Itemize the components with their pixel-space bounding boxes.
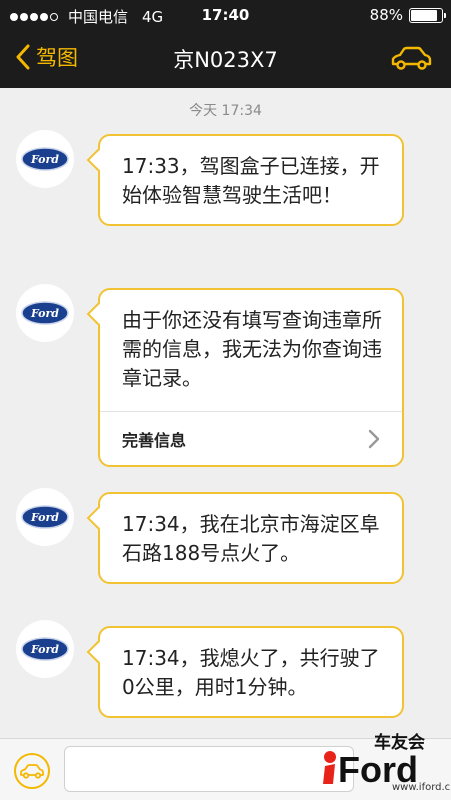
ford-logo-icon: Ford [21, 637, 69, 661]
ford-logo-text: Ford [30, 511, 59, 524]
chat-timestamp: 今天 17:34 [189, 103, 262, 119]
watermark-url: www.iford.cn [392, 782, 451, 793]
car-button[interactable] [389, 46, 433, 76]
watermark: 车友会 Ford www.iford.cn [322, 726, 451, 798]
message-bubble: 17:34，我熄火了，共行驶了0公里，用时1分钟。 [86, 626, 404, 718]
message-text: 由于你还没有填写查询违章所需的信息，我无法为你查询违章记录。 [122, 308, 382, 390]
car-icon [391, 46, 432, 70]
nav-bar: 驾图 京N023X7 [0, 30, 451, 88]
chevron-right-icon [368, 429, 380, 449]
iford-logo-text: Ford [338, 749, 418, 786]
car-icon [14, 753, 50, 789]
ford-logo-text: Ford [30, 307, 59, 320]
complete-info-button[interactable]: 完善信息 [100, 411, 402, 465]
ford-logo-icon: Ford [21, 301, 69, 325]
car-mode-button[interactable] [12, 751, 52, 795]
status-right: 88% [369, 6, 446, 24]
message-input[interactable] [64, 746, 354, 792]
ford-avatar[interactable]: Ford [16, 620, 74, 678]
ford-logo-text: Ford [30, 643, 59, 656]
page-title: 京N023X7 [173, 48, 278, 72]
battery-fill [411, 9, 438, 21]
chat-area[interactable]: 今天 17:34 Ford 17:33，驾图盒子已连接，开始体验智慧驾驶生活吧！… [0, 88, 451, 738]
complete-info-label: 完善信息 [122, 430, 187, 450]
ford-logo-icon: Ford [21, 505, 69, 529]
message-bubble: 由于你还没有填写查询违章所需的信息，我无法为你查询违章记录。 完善信息 [86, 288, 404, 467]
ford-logo-text: Ford [30, 153, 59, 166]
battery-percent: 88% [369, 6, 403, 24]
message-text: 17:34，我熄火了，共行驶了0公里，用时1分钟。 [122, 646, 380, 699]
message-text: 17:34，我在北京市海淀区阜石路188号点火了。 [122, 512, 380, 565]
ford-avatar[interactable]: Ford [16, 488, 74, 546]
battery-icon [409, 7, 446, 23]
ford-avatar[interactable]: Ford [16, 130, 74, 188]
message-bubble: 17:34，我在北京市海淀区阜石路188号点火了。 [86, 492, 404, 584]
iford-logo-icon: Ford [323, 749, 418, 786]
ford-logo-icon: Ford [21, 147, 69, 171]
status-bar: 中国电信 4G 17:40 88% [0, 0, 451, 30]
message-text: 17:33，驾图盒子已连接，开始体验智慧驾驶生活吧！ [122, 154, 380, 207]
ford-avatar[interactable]: Ford [16, 284, 74, 342]
message-bubble: 17:33，驾图盒子已连接，开始体验智慧驾驶生活吧！ [86, 134, 404, 226]
